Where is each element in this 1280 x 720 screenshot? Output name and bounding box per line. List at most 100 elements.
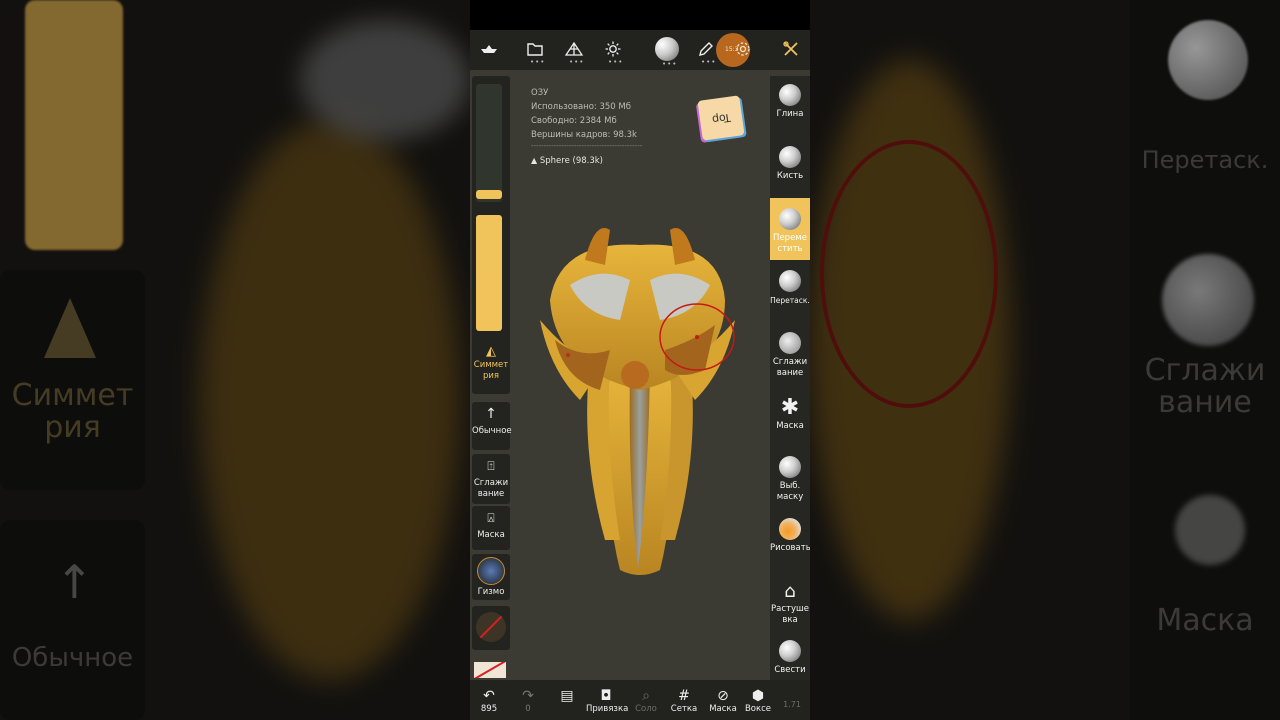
radius-slider[interactable] [476,84,502,202]
normal-label: Обычное [472,426,512,436]
snap-button[interactable]: ◘ Привязка [586,688,629,714]
mask-visibility-button[interactable]: ⊘ Маска [707,688,739,714]
tool-label: Кисть [776,171,804,181]
mask-visibility-label: Маска [709,704,737,714]
tool-label: Сглажи вание [772,357,808,378]
tool-clay[interactable]: Глина [770,84,810,120]
paint-icon [779,518,801,540]
grid-label: Сетка [670,704,698,714]
solo-label: Соло [635,704,657,714]
grid-icon: # [678,688,690,704]
app-window: ••• ••• ••• ••• ••• 15:3 ОЗУ Использован… [470,0,810,720]
undo-count: 895 [480,704,498,714]
solo-button[interactable]: ⌕ Соло [632,688,660,714]
tool-select-mask[interactable]: Выб. маску [770,456,810,503]
mask-toggle-button[interactable]: ⍓ Маска [472,506,510,550]
voxel-icon: ⬢ [751,688,765,704]
brush-icon [779,146,801,168]
search-icon: ⌕ [642,688,650,704]
tool-label: Свести [774,665,806,675]
clay-icon [779,84,801,106]
smooth-toggle-label: Сглажи вание [473,478,509,499]
folder-icon[interactable]: ••• [524,38,546,66]
tools-icon[interactable] [780,38,802,60]
tool-label: Перетаск. [770,296,810,305]
boat-icon[interactable] [478,38,500,60]
eye-hidden-icon: ⊘ [717,688,729,704]
camera-icon: ◘ [600,688,612,704]
gizmo-label: Гизмо [477,587,505,597]
feather-icon: ⌂ [784,581,796,602]
undo-button[interactable]: ↶ 895 [478,688,500,714]
tool-drag[interactable]: Перетаск. [770,270,810,306]
symmetry-label: Симмет рия [473,360,509,381]
radius-slider-thumb[interactable] [476,190,502,199]
redo-button[interactable]: ↷ 0 [517,688,539,714]
sun-icon[interactable]: ••• [602,38,624,66]
material-button[interactable] [472,606,510,650]
tool-brush[interactable]: Кисть [770,146,810,182]
redo-icon: ↷ [522,688,534,704]
sphere-icon[interactable]: ••• [654,36,680,68]
tool-mask[interactable]: ✱ Маска [770,396,810,432]
upload-icon: ↑ [485,406,497,422]
voxel-label: Воксе [744,704,772,714]
object-entry[interactable]: ▲ Sphere (98.3k) [531,154,642,168]
layers-button[interactable]: ▤ [556,688,578,704]
tool-label: Растуше вка [771,604,809,625]
mesh-icon[interactable]: ••• [563,38,585,66]
select-mask-icon [779,456,801,478]
symmetry-icon: ◭ [486,344,496,359]
mask-toggle-icon: ⍓ [487,511,495,525]
status-bar [470,0,810,30]
texture-swatch[interactable] [474,662,506,678]
smooth-icon [779,332,801,354]
mesh-small-icon: ▲ [531,156,538,165]
background-right-blur: Перетаск. Сглажи вание Маска [810,0,1280,720]
frame-vertices: Вершины кадров: 98.3k [531,130,637,140]
version-label: 1.71 [783,700,801,709]
tool-label: Переме стить [773,233,807,254]
stats-divider: ----------------------------------------… [531,142,643,150]
time-overlay: 15:3 [725,46,739,53]
symmetry-button[interactable]: ◭ Симмет рия [472,344,510,382]
tool-paint[interactable]: Рисовать [770,518,810,554]
smooth-toggle-icon: ⍐ [487,459,495,473]
tool-smooth[interactable]: Сглажи вание [770,332,810,379]
view-cube-label: Top [710,110,732,126]
drag-icon [779,270,801,292]
mask-icon: ✱ [780,395,800,420]
tool-panel: Глина Кисть Переме стить Перетаск. Сглаж… [770,76,810,680]
move-icon [779,208,801,230]
view-cube[interactable]: Top [697,95,745,141]
tool-label: Выб. маску [776,481,804,502]
layers-icon: ▤ [560,688,574,704]
mask-toggle-label: Маска [477,530,505,540]
material-swatch [476,612,506,642]
tool-feather[interactable]: ⌂ Растуше вка [770,580,810,626]
flatten-icon [779,640,801,662]
ram-free: Свободно: 2384 Мб [531,116,617,126]
object-name: Sphere (98.3k) [539,156,603,166]
ram-title: ОЗУ [531,88,549,98]
gizmo-button[interactable]: Гизмо [472,554,510,600]
tool-label: Глина [776,109,804,119]
top-toolbar: ••• ••• ••• ••• ••• 15:3 [470,30,810,70]
pen-icon[interactable]: ••• [695,38,717,66]
tool-label: Маска [776,421,804,431]
redo-count: 0 [525,704,531,714]
normal-button[interactable]: ↑ Обычное [472,402,512,450]
tool-label: Рисовать [770,543,810,553]
stats-overlay: ОЗУ Использовано: 350 Мб Свободно: 2384 … [531,86,642,168]
undo-icon: ↶ [483,688,495,704]
voxel-button[interactable]: ⬢ Воксе [743,688,773,714]
grid-button[interactable]: # Сетка [668,688,700,714]
tool-flatten[interactable]: Свести [770,640,810,676]
tool-move[interactable]: Переме стить [770,198,810,260]
bottom-toolbar: ↶ 895 ↷ 0 ▤ ◘ Привязка ⌕ Соло # Сетка ⊘ … [470,680,810,720]
snap-label: Привязка [586,704,629,714]
smooth-toggle-button[interactable]: ⍐ Сглажи вание [472,454,510,504]
intensity-slider[interactable] [476,215,502,331]
ram-used: Использовано: 350 Мб [531,102,631,112]
gizmo-icon [477,557,505,585]
